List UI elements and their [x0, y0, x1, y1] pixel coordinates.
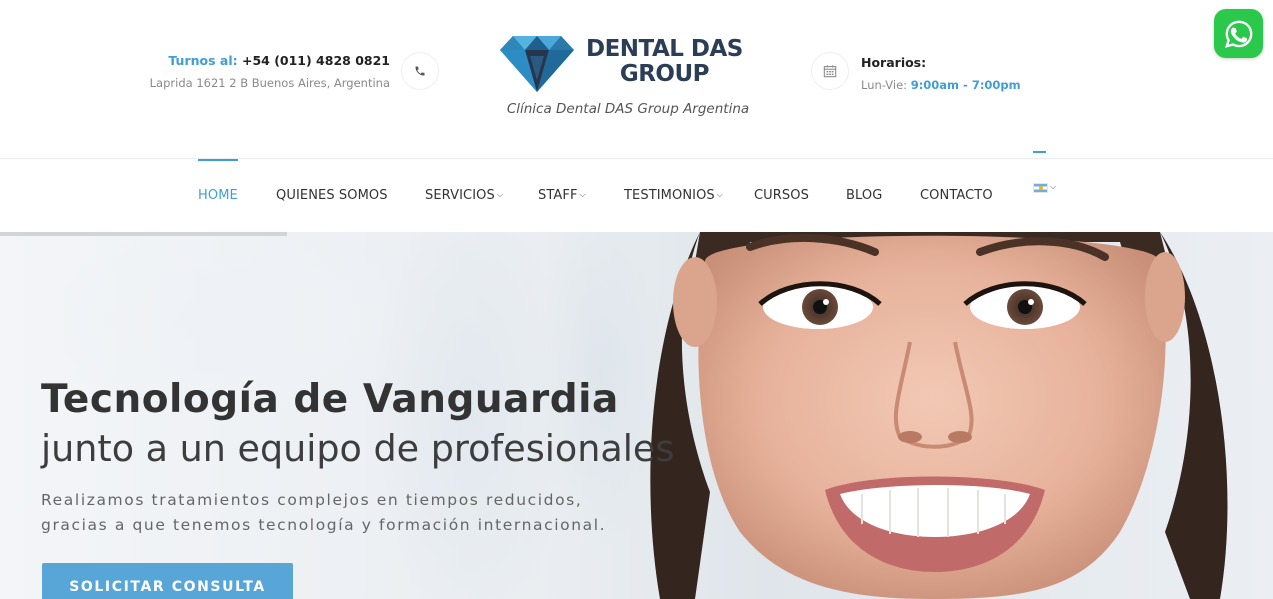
- hero-description-line1: Realizamos tratamientos complejos en tie…: [41, 491, 583, 509]
- address-text: Laprida 1621 2 B Buenos Aires, Argentina: [149, 76, 390, 90]
- calendar-icon: [811, 52, 849, 90]
- phone-line[interactable]: Turnos al: +54 (011) 4828 0821: [150, 53, 390, 68]
- nav-cursos-label: CURSOS: [754, 188, 809, 203]
- logo-line1: DENTAL DAS: [586, 36, 743, 62]
- smiling-woman-image: [650, 232, 1228, 599]
- nav-item-testimonios[interactable]: TESTIMONIOS ⌵: [624, 159, 723, 232]
- hours-time: 9:00am - 7:00pm: [910, 78, 1021, 92]
- turnos-label: Turnos al:: [168, 53, 238, 68]
- nav-item-staff[interactable]: STAFF ⌵: [538, 159, 586, 232]
- language-selector[interactable]: ⌵: [1033, 151, 1056, 224]
- argentina-flag-icon: [1033, 182, 1048, 193]
- chevron-down-icon: ⌵: [579, 189, 586, 199]
- nav-item-servicios[interactable]: SERVICIOS ⌵: [425, 159, 503, 232]
- nav-quienes-somos-label: QUIENES SOMOS: [276, 188, 388, 203]
- nav-home-label: HOME: [198, 188, 238, 203]
- slider-progress-bar: [0, 232, 287, 236]
- nav-contacto-label: CONTACTO: [920, 188, 993, 203]
- nav-item-quienes-somos[interactable]: QUIENES SOMOS: [276, 159, 388, 232]
- hours-line: Lun-Vie: 9:00am - 7:00pm: [861, 78, 1021, 92]
- whatsapp-icon[interactable]: [1214, 9, 1263, 58]
- nav-item-blog[interactable]: BLOG: [846, 159, 882, 232]
- chevron-down-icon: ⌵: [496, 189, 503, 199]
- hours-info: Horarios: Lun-Vie: 9:00am - 7:00pm: [861, 55, 1021, 92]
- site-header: Turnos al: +54 (011) 4828 0821 Laprida 1…: [0, 0, 1273, 158]
- contact-info: Turnos al: +54 (011) 4828 0821 Laprida 1…: [150, 53, 390, 90]
- hours-title: Horarios:: [861, 55, 927, 70]
- nav-item-home[interactable]: HOME: [198, 159, 238, 232]
- phone-icon[interactable]: [401, 52, 439, 90]
- diamond-logo-icon: [500, 36, 574, 92]
- nav-blog-label: BLOG: [846, 188, 883, 203]
- logo-line2: GROUP: [619, 61, 710, 87]
- site-logo[interactable]: DENTAL DAS GROUP Clínica Dental DAS Grou…: [500, 36, 760, 126]
- chevron-down-icon: ⌵: [1050, 181, 1057, 191]
- hero-description: Realizamos tratamientos complejos en tie…: [41, 488, 606, 538]
- logo-tagline: Clínica Dental DAS Group Argentina: [506, 101, 750, 117]
- main-navigation: HOME QUIENES SOMOS SERVICIOS ⌵ STAFF ⌵ TES…: [0, 151, 1273, 232]
- logo-text: DENTAL DAS GROUP: [586, 37, 743, 87]
- solicitar-consulta-button[interactable]: SOLICITAR CONSULTA: [42, 563, 293, 599]
- chevron-down-icon: ⌵: [716, 189, 723, 199]
- nav-servicios-label: SERVICIOS: [425, 188, 495, 203]
- hero-description-line2: gracias a que tenemos tecnología y forma…: [41, 516, 607, 534]
- nav-item-cursos[interactable]: CURSOS: [754, 159, 809, 232]
- nav-staff-label: STAFF: [538, 188, 578, 203]
- hero-slider: Tecnología de Vanguardia junto a un equi…: [0, 232, 1273, 599]
- hero-subtitle: junto a un equipo de profesionales: [41, 427, 675, 470]
- nav-testimonios-label: TESTIMONIOS: [624, 188, 715, 203]
- nav-item-contacto[interactable]: CONTACTO: [920, 159, 993, 232]
- hero-title: Tecnología de Vanguardia: [41, 377, 619, 422]
- hours-days: Lun-Vie:: [861, 78, 911, 92]
- phone-number[interactable]: +54 (011) 4828 0821: [242, 53, 390, 68]
